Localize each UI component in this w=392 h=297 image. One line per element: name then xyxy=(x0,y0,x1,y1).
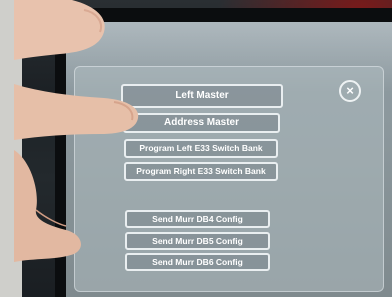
operator-hand xyxy=(14,0,139,262)
close-icon[interactable]: × xyxy=(339,80,361,102)
